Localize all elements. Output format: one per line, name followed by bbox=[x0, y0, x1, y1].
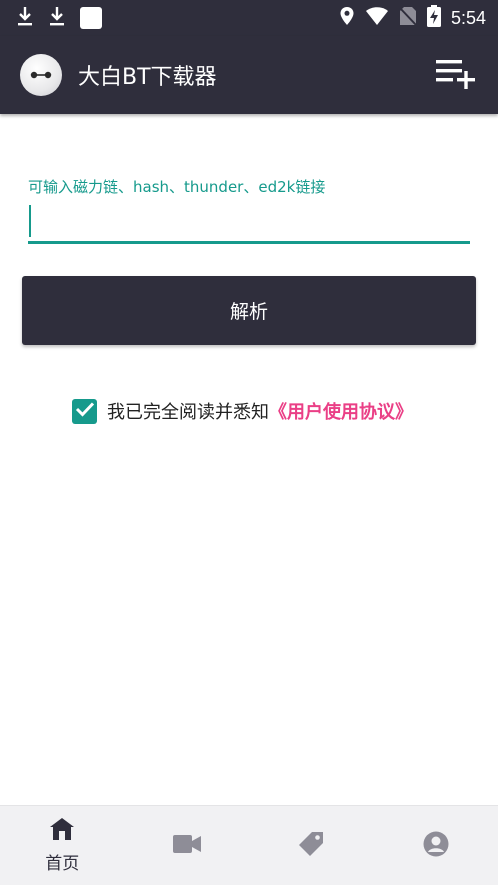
agreement-row: 我已完全阅读并悉知 《用户使用协议》 bbox=[72, 397, 413, 425]
nav-item-profile[interactable] bbox=[374, 806, 498, 885]
video-icon bbox=[172, 834, 201, 858]
nav-item-home[interactable]: 首页 bbox=[0, 806, 125, 885]
app-bar: 大白BT下载器 bbox=[0, 36, 498, 114]
parse-button[interactable]: 解析 bbox=[22, 276, 476, 345]
agreement-text: 我已完全阅读并悉知 bbox=[107, 402, 269, 423]
agreement-checkbox[interactable] bbox=[72, 398, 97, 424]
status-time: 5:54 bbox=[450, 7, 486, 28]
playlist-add-icon bbox=[436, 57, 476, 93]
app-title: 大白BT下载器 bbox=[78, 65, 217, 90]
user-agreement-link[interactable]: 《用户使用协议》 bbox=[269, 398, 413, 424]
tag-icon bbox=[298, 831, 324, 861]
nav-label-home: 首页 bbox=[45, 854, 80, 874]
status-bar: 5:54 bbox=[0, 0, 498, 36]
no-sim-icon bbox=[399, 6, 417, 30]
app-logo bbox=[20, 54, 62, 96]
battery-charging-icon bbox=[426, 5, 441, 31]
text-cursor bbox=[29, 205, 31, 237]
notification-square-icon bbox=[80, 7, 102, 29]
link-input[interactable] bbox=[28, 200, 470, 244]
home-icon bbox=[49, 817, 75, 845]
download-icon bbox=[16, 5, 34, 31]
profile-icon bbox=[423, 831, 449, 861]
link-input-label: 可输入磁力链、hash、thunder、ed2k链接 bbox=[28, 178, 326, 196]
bottom-nav: 首页 bbox=[0, 805, 498, 885]
download-icon bbox=[48, 5, 66, 31]
nav-item-video[interactable] bbox=[125, 806, 250, 885]
wifi-icon bbox=[365, 6, 389, 30]
check-icon bbox=[75, 401, 95, 421]
location-icon bbox=[339, 6, 355, 30]
playlist-add-button[interactable] bbox=[434, 53, 478, 97]
nav-item-tag[interactable] bbox=[249, 806, 374, 885]
